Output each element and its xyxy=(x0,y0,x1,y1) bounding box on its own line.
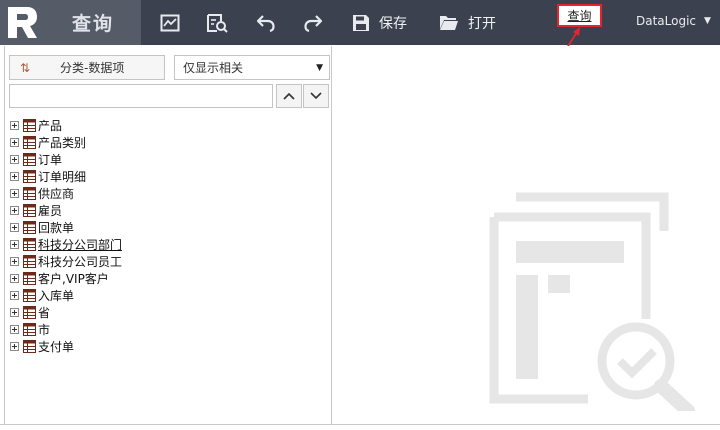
sort-category-button[interactable]: ⇅ 分类-数据项 xyxy=(9,55,165,80)
sort-icon: ⇅ xyxy=(19,60,31,75)
search-report-button[interactable] xyxy=(205,0,229,45)
table-icon xyxy=(23,238,36,251)
tree-node-label: 入库单 xyxy=(38,289,75,303)
tree-node-label: 雇员 xyxy=(38,204,63,218)
tree-node-label: 客户,VIP客户 xyxy=(38,272,109,286)
tree-node[interactable]: 产品 xyxy=(10,117,328,134)
app-logo-icon xyxy=(8,7,37,38)
tree-node-label: 支付单 xyxy=(38,340,75,354)
tree-node[interactable]: 雇员 xyxy=(10,202,328,219)
user-menu[interactable]: DataLogic ▼ xyxy=(636,14,711,28)
tree-node-label: 回款单 xyxy=(38,221,75,235)
expand-plus-icon[interactable] xyxy=(10,274,19,283)
tree-node-label: 产品 xyxy=(38,119,63,133)
tree-node-label: 科技分公司部门 xyxy=(38,238,123,252)
chart-image-icon xyxy=(160,14,180,31)
folder-open-icon xyxy=(440,16,458,30)
tree-node-label: 省 xyxy=(38,306,51,320)
tree-node[interactable]: 入库单 xyxy=(10,287,328,304)
tree-node[interactable]: 客户,VIP客户 xyxy=(10,270,328,287)
data-items-panel: ⇅ 分类-数据项 仅显示相关 ▼ 产品产品类别订单订单明细供应商雇员回款单科技分… xyxy=(4,46,332,424)
table-icon xyxy=(23,306,36,319)
redo-button[interactable] xyxy=(302,0,324,45)
tree-node[interactable]: 供应商 xyxy=(10,185,328,202)
expand-plus-icon[interactable] xyxy=(10,121,19,130)
expand-plus-icon[interactable] xyxy=(10,189,19,198)
table-icon xyxy=(23,187,36,200)
expand-plus-icon[interactable] xyxy=(10,291,19,300)
table-tree: 产品产品类别订单订单明细供应商雇员回款单科技分公司部门 科技分公司员工 客户,VIP… xyxy=(10,117,328,355)
table-icon xyxy=(23,340,36,353)
logo-area: 查询 xyxy=(0,0,141,45)
tree-node[interactable]: 市 xyxy=(10,321,328,338)
filter-select-value: 仅显示相关 xyxy=(183,61,244,75)
tree-node-label: 订单 xyxy=(38,153,63,167)
save-button[interactable]: 保存 xyxy=(352,0,407,45)
empty-report-placeholder-icon xyxy=(489,192,695,411)
chevron-down-icon xyxy=(310,92,322,100)
app-title: 查询 xyxy=(72,13,115,35)
open-label: 打开 xyxy=(468,15,496,32)
tree-node-label: 市 xyxy=(38,323,51,337)
save-label: 保存 xyxy=(379,15,407,32)
undo-icon xyxy=(257,14,275,32)
table-icon xyxy=(23,289,36,302)
tree-node-label: 科技分公司员工 xyxy=(38,255,123,269)
table-icon xyxy=(23,153,36,166)
table-icon xyxy=(23,170,36,183)
chevron-up-icon xyxy=(283,92,295,100)
tree-node-label: 产品类别 xyxy=(38,136,87,150)
tree-node-label: 供应商 xyxy=(38,187,75,201)
table-icon xyxy=(23,255,36,268)
tree-node-label: 订单明细 xyxy=(38,170,87,184)
next-match-button[interactable] xyxy=(303,84,329,108)
tree-node[interactable]: 支付单 xyxy=(10,338,328,355)
top-toolbar: 查询 保存 打开 查询 DataLogic ▼ xyxy=(0,0,720,45)
table-icon xyxy=(23,204,36,217)
expand-plus-icon[interactable] xyxy=(10,325,19,334)
expand-plus-icon[interactable] xyxy=(10,172,19,181)
tree-node[interactable]: 订单明细 xyxy=(10,168,328,185)
user-name: DataLogic xyxy=(636,14,697,28)
expand-plus-icon[interactable] xyxy=(10,223,19,232)
undo-button[interactable] xyxy=(255,0,277,45)
redo-icon xyxy=(304,14,322,32)
query-button[interactable]: 查询 xyxy=(557,4,602,27)
table-icon xyxy=(23,323,36,336)
expand-plus-icon[interactable] xyxy=(10,308,19,317)
tree-node[interactable]: 产品类别 xyxy=(10,134,328,151)
table-icon xyxy=(23,119,36,132)
bottom-border xyxy=(0,424,720,430)
tree-node[interactable]: 科技分公司员工 xyxy=(10,253,328,270)
table-icon xyxy=(23,136,36,149)
search-input[interactable] xyxy=(9,84,273,108)
expand-plus-icon[interactable] xyxy=(10,342,19,351)
sort-category-label: 分类-数据项 xyxy=(60,61,125,75)
caret-down-icon: ▼ xyxy=(316,62,323,73)
open-button[interactable]: 打开 xyxy=(439,0,496,45)
tree-node[interactable]: 订单 xyxy=(10,151,328,168)
expand-plus-icon[interactable] xyxy=(10,206,19,215)
filter-select[interactable]: 仅显示相关 ▼ xyxy=(174,55,330,80)
expand-plus-icon[interactable] xyxy=(10,155,19,164)
expand-plus-icon[interactable] xyxy=(10,240,19,249)
previous-match-button[interactable] xyxy=(276,84,302,108)
caret-down-icon: ▼ xyxy=(704,16,711,26)
tree-node[interactable]: 科技分公司部门 xyxy=(10,236,328,253)
tree-node[interactable]: 回款单 xyxy=(10,219,328,236)
expand-plus-icon[interactable] xyxy=(10,138,19,147)
table-icon xyxy=(23,272,36,285)
query-canvas[interactable] xyxy=(333,46,720,424)
chart-image-button[interactable] xyxy=(158,0,182,45)
save-icon xyxy=(353,14,369,31)
tree-node[interactable]: 省 xyxy=(10,304,328,321)
expand-plus-icon[interactable] xyxy=(10,257,19,266)
table-icon xyxy=(23,221,36,234)
search-report-icon xyxy=(207,13,228,33)
